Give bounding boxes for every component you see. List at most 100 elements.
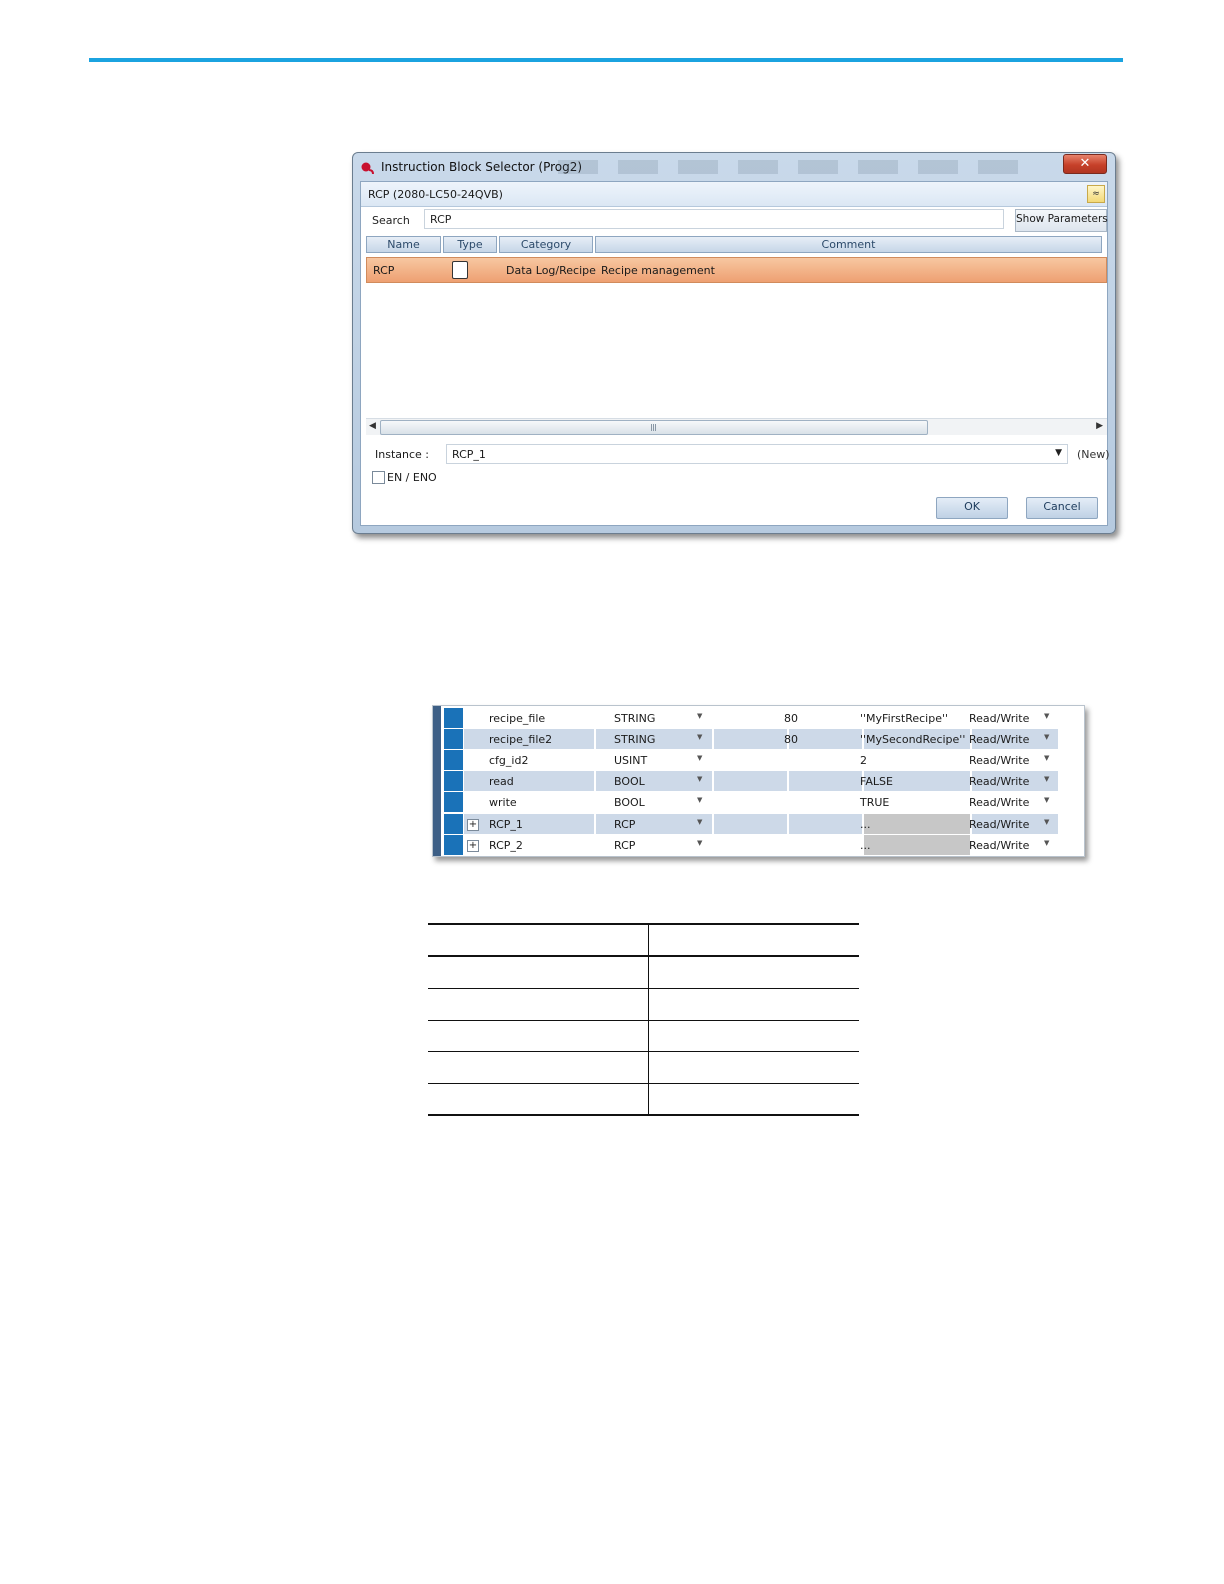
table-rule xyxy=(428,1051,859,1052)
variable-access[interactable]: Read/Write xyxy=(969,754,1029,767)
variable-access[interactable]: Read/Write xyxy=(969,839,1029,852)
instance-new-label: (New) xyxy=(1077,448,1110,461)
variable-initial-value[interactable]: ''MySecondRecipe'' xyxy=(860,733,965,746)
instance-select[interactable]: RCP_1 ▼ xyxy=(446,444,1068,464)
chevron-down-icon[interactable]: ▼ xyxy=(1044,712,1049,720)
column-header-type[interactable]: Type xyxy=(443,236,497,253)
instruction-block-selector-dialog: Instruction Block Selector (Prog2) ✕ RCP… xyxy=(352,152,1116,534)
scroll-right-icon[interactable]: ▶ xyxy=(1096,421,1103,431)
variable-type[interactable]: BOOL xyxy=(614,775,645,788)
variable-name[interactable]: recipe_file2 xyxy=(489,733,552,746)
chevron-down-icon[interactable]: ▼ xyxy=(697,818,702,826)
variable-initial-value[interactable]: ... xyxy=(860,818,871,831)
variable-initial-value[interactable]: 2 xyxy=(860,754,867,767)
horizontal-scrollbar[interactable]: ◀ ▶ xyxy=(366,418,1107,435)
variable-access[interactable]: Read/Write xyxy=(969,712,1029,725)
chevron-down-icon[interactable]: ▼ xyxy=(1044,796,1049,804)
ok-button[interactable]: OK xyxy=(936,497,1008,519)
table-rule xyxy=(428,1114,859,1116)
variable-name[interactable]: recipe_file xyxy=(489,712,545,725)
variable-name[interactable]: write xyxy=(489,796,517,809)
variable-initial-value[interactable]: FALSE xyxy=(860,775,893,788)
variable-access[interactable]: Read/Write xyxy=(969,775,1029,788)
table-rule xyxy=(428,923,859,925)
variable-name[interactable]: read xyxy=(489,775,514,788)
dialog-titlebar[interactable]: Instruction Block Selector (Prog2) ✕ xyxy=(353,153,1115,181)
cell-bg xyxy=(789,771,862,792)
chevron-down-icon[interactable]: ▼ xyxy=(697,775,702,783)
chevron-down-icon[interactable]: ▼ xyxy=(1044,754,1049,762)
variable-row[interactable]: cfg_id2 USINT ▼ 2 Read/Write ▼ xyxy=(441,750,1084,771)
block-header: RCP (2080-LC50-24QVB) ≈ xyxy=(361,182,1107,207)
variable-type[interactable]: RCP xyxy=(614,818,635,831)
variable-row[interactable]: + RCP_2 RCP ▼... Read/Write ▼ xyxy=(441,834,1084,856)
variable-string-size[interactable]: 80 xyxy=(784,733,798,746)
scroll-thumb[interactable] xyxy=(380,420,928,435)
dialog-client: RCP (2080-LC50-24QVB) ≈ Search RCP Show … xyxy=(360,181,1110,526)
en-eno-checkbox[interactable] xyxy=(372,471,385,484)
close-button[interactable]: ✕ xyxy=(1063,154,1107,174)
table-rule xyxy=(428,1083,859,1084)
variable-row[interactable]: + RCP_1 RCP ▼... Read/Write ▼ xyxy=(441,813,1084,835)
variable-type[interactable]: RCP xyxy=(614,839,635,852)
grip-icon xyxy=(651,424,657,431)
variable-access[interactable]: Read/Write xyxy=(969,733,1029,746)
column-header-category[interactable]: Category xyxy=(499,236,593,253)
scroll-left-icon[interactable]: ◀ xyxy=(369,421,376,431)
expand-icon[interactable]: + xyxy=(467,818,479,831)
expand-icon[interactable]: + xyxy=(467,839,479,852)
chevron-down-icon[interactable]: ▼ xyxy=(697,712,702,720)
variable-access[interactable]: Read/Write xyxy=(969,796,1029,809)
variable-name[interactable]: RCP_2 xyxy=(489,839,523,852)
variable-initial-value[interactable]: ... xyxy=(860,839,871,852)
cancel-button[interactable]: Cancel xyxy=(1026,497,1098,519)
variable-row[interactable]: read BOOL ▼ FALSE Read/Write ▼ xyxy=(441,771,1084,792)
column-header-name[interactable]: Name xyxy=(366,236,441,253)
table-rule xyxy=(428,955,859,957)
chevron-down-icon[interactable]: ▼ xyxy=(697,839,702,847)
cell-bg xyxy=(714,729,787,750)
variable-name[interactable]: RCP_1 xyxy=(489,818,523,831)
show-parameters-button[interactable]: Show Parameters xyxy=(1015,209,1108,232)
table-rule xyxy=(428,1020,859,1021)
row-marker xyxy=(444,708,463,728)
variable-type[interactable]: STRING xyxy=(614,712,655,725)
function-block-icon xyxy=(452,261,468,279)
collapse-icon[interactable]: ≈ xyxy=(1087,185,1105,203)
table-rule xyxy=(428,988,859,989)
row-marker xyxy=(444,792,463,813)
grid-row-selected[interactable]: RCP Data Log/Recipe Recipe management xyxy=(366,257,1107,283)
variable-row[interactable]: recipe_file STRING ▼ 80 ''MyFirstRecipe'' Rea… xyxy=(441,708,1084,729)
row-category: Data Log/Recipe xyxy=(506,264,596,277)
variable-type[interactable]: USINT xyxy=(614,754,647,767)
chevron-down-icon[interactable]: ▼ xyxy=(1044,818,1049,826)
cell-bg xyxy=(714,813,787,834)
chevron-down-icon[interactable]: ▼ xyxy=(1055,448,1062,458)
row-marker xyxy=(444,813,463,834)
chevron-down-icon[interactable]: ▼ xyxy=(1044,733,1049,741)
column-header-comment[interactable]: Comment xyxy=(595,236,1102,253)
variable-row[interactable]: write BOOL ▼ TRUE Read/Write ▼ xyxy=(441,792,1084,813)
row-marker xyxy=(444,771,463,792)
variable-string-size[interactable]: 80 xyxy=(784,712,798,725)
search-label: Search xyxy=(372,214,410,227)
variable-name[interactable]: cfg_id2 xyxy=(489,754,528,767)
chevron-down-icon[interactable]: ▼ xyxy=(1044,839,1049,847)
variable-type[interactable]: STRING xyxy=(614,733,655,746)
variable-access[interactable]: Read/Write xyxy=(969,818,1029,831)
cell-bg xyxy=(464,813,594,834)
app-icon xyxy=(361,162,374,175)
chevron-down-icon[interactable]: ▼ xyxy=(697,733,702,741)
chevron-down-icon[interactable]: ▼ xyxy=(1044,775,1049,783)
chevron-down-icon[interactable]: ▼ xyxy=(697,754,702,762)
cell-bg xyxy=(714,771,787,792)
grid-header: Name Type Category Comment xyxy=(366,236,1107,253)
variable-row[interactable]: recipe_file2 STRING ▼ 80 ''MySecondRecipe'' R… xyxy=(441,729,1084,750)
variable-type[interactable]: BOOL xyxy=(614,796,645,809)
block-header-label: RCP (2080-LC50-24QVB) xyxy=(368,188,503,201)
variable-initial-value[interactable]: ''MyFirstRecipe'' xyxy=(860,712,948,725)
chevron-down-icon[interactable]: ▼ xyxy=(697,796,702,804)
dialog-title: Instruction Block Selector (Prog2) xyxy=(381,160,583,174)
search-input[interactable]: RCP xyxy=(424,209,1004,229)
variable-initial-value[interactable]: TRUE xyxy=(860,796,889,809)
